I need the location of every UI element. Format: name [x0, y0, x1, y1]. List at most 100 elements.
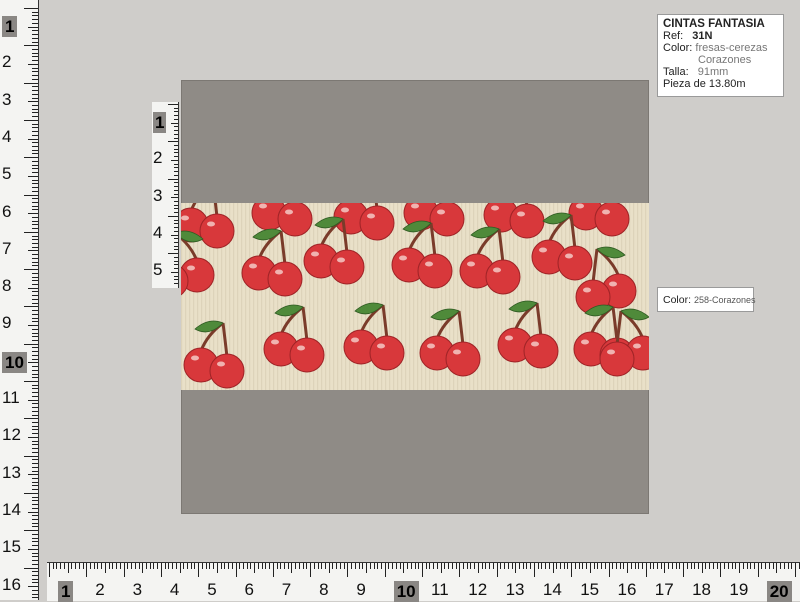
ruler-tick: [645, 563, 647, 577]
ruler-tick: [28, 63, 38, 65]
color-value: fresas-cerezas: [695, 42, 768, 54]
ruler-tick: [28, 474, 38, 476]
ruler-tick: [332, 563, 334, 569]
ruler-tick: [701, 563, 703, 573]
ruler-tick: [32, 153, 38, 155]
ruler-tick: [287, 563, 289, 569]
ruler-tick: [485, 563, 487, 569]
ruler-tick: [174, 152, 178, 154]
ruler-tick: [325, 563, 327, 569]
ruler-tick: [32, 86, 38, 88]
ruler-label: 17: [654, 580, 674, 599]
ruler-tick: [32, 489, 38, 491]
ruler-tick: [489, 563, 491, 569]
ruler-tick: [32, 313, 38, 315]
ruler-tick: [720, 563, 722, 577]
ruler-tick: [24, 455, 38, 457]
cherry-highlight: [367, 213, 375, 219]
ruler-tick: [32, 242, 38, 244]
ruler-tick: [172, 563, 174, 569]
ruler-label: 11: [2, 388, 20, 407]
ruler-tick: [157, 563, 159, 569]
ruler-tick: [183, 563, 185, 569]
ruler-label: 15: [2, 537, 21, 557]
ruler-tick: [119, 563, 121, 569]
cherry: [359, 205, 395, 241]
ruler-tick: [642, 563, 644, 569]
ruler-tick: [32, 60, 38, 62]
ruler-label: 8: [319, 580, 329, 599]
ruler-tick: [28, 399, 38, 401]
cherry-pattern: [181, 203, 649, 390]
ruler-label: 10: [2, 351, 27, 373]
ruler-tick: [660, 563, 662, 569]
ruler-tick: [228, 563, 230, 569]
ruler-tick: [174, 126, 178, 128]
ruler-tick: [56, 563, 58, 569]
ruler-label: 5: [2, 164, 12, 184]
ruler-tick: [28, 586, 38, 588]
ruler-tick: [32, 295, 38, 297]
cherry-highlight: [399, 255, 407, 261]
ruler-tick: [328, 563, 330, 573]
ruler-tick: [742, 563, 744, 569]
ruler-tick: [153, 563, 155, 569]
ruler-tick: [160, 563, 162, 577]
ruler-tick: [32, 373, 38, 375]
cherry: [557, 245, 593, 281]
cherry-highlight: [539, 247, 547, 253]
ruler-tick: [32, 545, 38, 547]
ruler-tick: [171, 234, 178, 236]
ruler-tick: [32, 67, 38, 69]
ruler-tick: [32, 172, 38, 174]
ruler-tick: [552, 563, 554, 573]
ruler-tick: [768, 563, 770, 569]
ruler-tick: [32, 347, 38, 349]
ruler-tick: [780, 563, 782, 569]
vertical-ruler: 1 2 3 4 5 6 7 8 9 10 11 12 13 14 15 16: [0, 0, 39, 600]
ruler-tick: [32, 284, 38, 286]
ruler-label: 20: [766, 581, 792, 602]
ruler-tick: [24, 381, 38, 382]
ruler-label: 9: [2, 313, 12, 333]
ruler-tick: [339, 563, 341, 569]
ruler-tick: [198, 563, 200, 577]
ruler-tick: [171, 271, 178, 273]
ruler-tick: [526, 563, 528, 569]
ruler-tick: [32, 392, 38, 394]
ruler-tick: [530, 563, 532, 569]
ruler-tick: [32, 276, 38, 278]
ruler-tick: [32, 560, 38, 562]
ruler-tick: [32, 93, 38, 95]
ruler-tick: [112, 563, 114, 569]
ruler-label: 1: [2, 16, 18, 37]
ruler-tick: [32, 477, 38, 479]
ruler-tick: [351, 563, 353, 569]
ruler-tick: [32, 164, 38, 166]
ruler-tick: [32, 451, 38, 453]
ruler-tick: [101, 563, 103, 569]
ruler-tick: [32, 280, 38, 282]
ruler-tick: [32, 22, 38, 24]
cherry-highlight: [583, 287, 591, 293]
cherry-highlight: [181, 215, 189, 221]
ruler-label: 5: [153, 260, 163, 280]
ruler-tick: [194, 563, 196, 569]
ruler-tick: [32, 168, 38, 170]
ruler-tick: [336, 563, 338, 569]
ruler-tick: [32, 183, 38, 185]
ruler-tick: [24, 119, 38, 121]
ruler-tick: [190, 563, 192, 569]
ruler-tick: [32, 235, 38, 237]
ruler-tick: [269, 563, 271, 569]
ruler-tick: [477, 563, 479, 573]
piece-length: Pieza de 13.80m: [663, 78, 746, 90]
ruler-tick: [49, 563, 50, 577]
ruler-tick: [32, 440, 38, 442]
cherry: [267, 261, 303, 297]
ruler-tick: [32, 310, 38, 312]
ruler-tick: [174, 223, 178, 225]
ruler-tick: [444, 563, 446, 569]
ruler-tick: [131, 563, 133, 569]
ruler-tick: [174, 208, 178, 210]
